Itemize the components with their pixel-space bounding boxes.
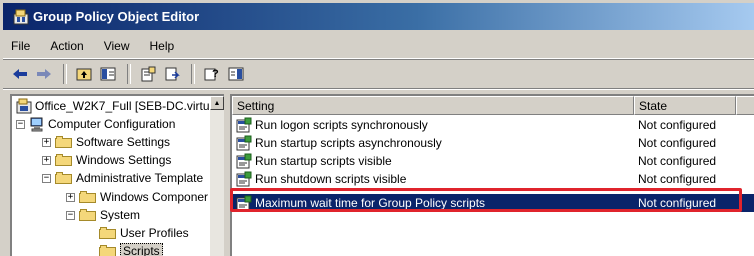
tree-label: Windows Settings bbox=[76, 153, 172, 167]
policy-setting-icon bbox=[236, 171, 252, 187]
setting-state: Not configured bbox=[638, 136, 717, 150]
tree-item-computer-configuration[interactable]: − Computer Configuration bbox=[16, 115, 175, 133]
menu-bar: File Action View Help bbox=[3, 34, 754, 59]
expand-icon[interactable]: + bbox=[42, 137, 51, 147]
toolbar-separator bbox=[191, 64, 195, 84]
setting-name: Run logon scripts synchronously bbox=[255, 118, 428, 132]
setting-name: Run shutdown scripts visible bbox=[255, 172, 407, 186]
toolbar-separator bbox=[127, 64, 131, 84]
tree-item-scripts[interactable]: Scripts bbox=[99, 242, 163, 256]
tree-label: Windows Componer bbox=[100, 190, 209, 204]
policy-setting-icon bbox=[236, 135, 252, 151]
details-list[interactable]: Setting State Run logon scripts synchron… bbox=[230, 94, 754, 256]
tree-scrollbar[interactable]: ▲ bbox=[210, 96, 224, 256]
column-header-setting[interactable]: Setting bbox=[232, 96, 634, 115]
setting-name: Maximum wait time for Group Policy scrip… bbox=[255, 196, 486, 210]
menu-view[interactable]: View bbox=[94, 39, 140, 53]
folder-icon bbox=[99, 227, 116, 239]
toolbar: ? bbox=[3, 60, 754, 89]
tree-item-windows-components[interactable]: + Windows Componer bbox=[66, 188, 208, 206]
tree-label: Administrative Template bbox=[76, 171, 204, 185]
column-header-filler bbox=[736, 96, 754, 115]
list-item[interactable]: Run startup scripts visible Not configur… bbox=[232, 152, 754, 170]
setting-state: Not configured bbox=[638, 196, 717, 210]
tree-root-label: Office_W2K7_Full [SEB-DC.virtu bbox=[35, 99, 210, 113]
back-icon[interactable] bbox=[9, 63, 31, 85]
open-folder-icon bbox=[99, 245, 116, 256]
folder-icon bbox=[79, 209, 96, 221]
tree-label: Software Settings bbox=[76, 135, 171, 149]
setting-name: Run startup scripts asynchronously bbox=[255, 136, 442, 150]
list-item-selected[interactable]: Maximum wait time for Group Policy scrip… bbox=[232, 194, 754, 212]
console-tree-icon[interactable] bbox=[225, 63, 247, 85]
scroll-up-arrow-icon[interactable]: ▲ bbox=[210, 96, 224, 110]
column-header-state[interactable]: State bbox=[634, 96, 736, 115]
tree-item-administrative-templates[interactable]: − Administrative Template bbox=[42, 169, 203, 187]
list-item[interactable]: Run startup scripts asynchronously Not c… bbox=[232, 134, 754, 152]
folder-icon bbox=[79, 191, 96, 203]
collapse-icon[interactable]: − bbox=[16, 119, 25, 129]
gpedit-icon bbox=[13, 9, 29, 25]
computer-icon bbox=[29, 116, 45, 132]
tree-item-windows-settings[interactable]: + Windows Settings bbox=[42, 151, 171, 169]
tree-label: Scripts bbox=[120, 243, 163, 256]
menu-help[interactable]: Help bbox=[140, 39, 185, 53]
policy-setting-icon bbox=[236, 153, 252, 169]
menu-action[interactable]: Action bbox=[40, 39, 93, 53]
policy-setting-icon bbox=[236, 195, 252, 211]
console-tree[interactable]: Office_W2K7_Full [SEB-DC.virtu − Compute… bbox=[10, 94, 224, 256]
tree-label: System bbox=[100, 208, 141, 222]
title-bar[interactable]: Group Policy Object Editor bbox=[3, 3, 754, 30]
window-title: Group Policy Object Editor bbox=[33, 9, 200, 24]
help-icon[interactable]: ? bbox=[201, 63, 223, 85]
svg-text:?: ? bbox=[212, 68, 219, 80]
list-item[interactable]: Run logon scripts synchronously Not conf… bbox=[232, 116, 754, 134]
list-item[interactable]: Run shutdown scripts visible Not configu… bbox=[232, 170, 754, 188]
folder-icon bbox=[55, 136, 72, 148]
tree-label: Computer Configuration bbox=[48, 117, 176, 131]
column-header-label: Setting bbox=[237, 98, 275, 113]
show-hide-tree-icon[interactable] bbox=[97, 63, 119, 85]
setting-state: Not configured bbox=[638, 118, 717, 132]
gpo-icon bbox=[16, 98, 32, 114]
tree-label: User Profiles bbox=[120, 226, 189, 240]
column-header-label: State bbox=[639, 98, 668, 113]
collapse-icon[interactable]: − bbox=[66, 210, 75, 220]
toolbar-separator bbox=[63, 64, 67, 84]
tree-item-user-profiles[interactable]: User Profiles bbox=[99, 224, 189, 242]
expand-icon[interactable]: + bbox=[42, 155, 51, 165]
up-folder-icon[interactable] bbox=[73, 63, 95, 85]
setting-name: Run startup scripts visible bbox=[255, 154, 392, 168]
folder-icon bbox=[55, 172, 72, 184]
policy-setting-icon bbox=[236, 117, 252, 133]
tree-item-system[interactable]: − System bbox=[66, 206, 140, 224]
expand-icon[interactable]: + bbox=[66, 192, 75, 202]
setting-state: Not configured bbox=[638, 154, 717, 168]
tree-root[interactable]: Office_W2K7_Full [SEB-DC.virtu bbox=[16, 97, 210, 115]
forward-icon[interactable] bbox=[33, 63, 55, 85]
tree-item-software-settings[interactable]: + Software Settings bbox=[42, 133, 170, 151]
properties-icon[interactable] bbox=[137, 63, 159, 85]
folder-icon bbox=[55, 154, 72, 166]
collapse-icon[interactable]: − bbox=[42, 173, 51, 183]
setting-state: Not configured bbox=[638, 172, 717, 186]
menu-file[interactable]: File bbox=[3, 39, 40, 53]
export-list-icon[interactable] bbox=[161, 63, 183, 85]
